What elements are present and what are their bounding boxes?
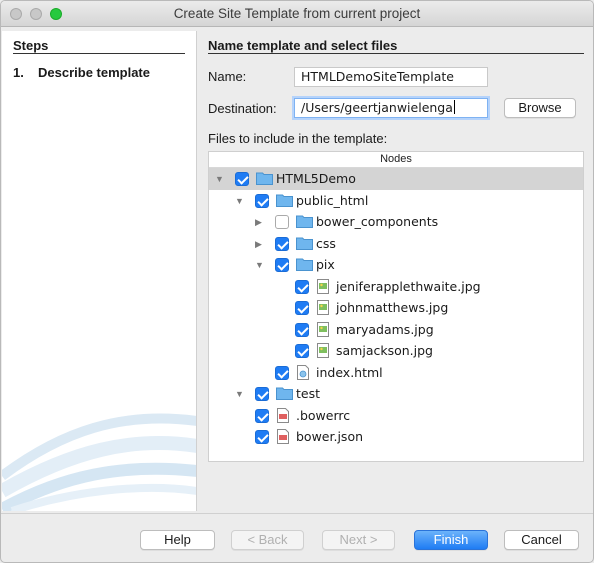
image-file-icon xyxy=(317,343,329,358)
back-button[interactable]: < Back xyxy=(231,530,304,550)
html-file-icon xyxy=(297,364,309,380)
destination-label: Destination: xyxy=(208,101,277,116)
tree-row-samjackson[interactable]: samjackson.jpg xyxy=(209,340,583,362)
include-checkbox[interactable] xyxy=(275,365,289,380)
include-checkbox[interactable] xyxy=(255,408,269,423)
step-number: 1. xyxy=(13,65,24,80)
steps-heading: Steps xyxy=(13,38,49,53)
config-file-icon xyxy=(277,407,289,423)
tree-row-johnmatthews[interactable]: johnmatthews.jpg xyxy=(209,297,583,319)
image-file-icon xyxy=(317,300,329,315)
expand-toggle-icon[interactable]: ▼ xyxy=(215,174,224,184)
node-label: johnmatthews.jpg xyxy=(336,300,449,315)
wizard-decoration-graphic xyxy=(2,413,196,511)
tree-column-header: Nodes xyxy=(209,152,583,168)
node-label: HTML5Demo xyxy=(276,171,356,186)
include-checkbox[interactable] xyxy=(275,215,289,229)
collapsed-toggle-icon[interactable]: ▶ xyxy=(255,217,262,227)
browse-button[interactable]: Browse xyxy=(504,98,576,118)
step-label: Describe template xyxy=(38,65,150,80)
form-heading-divider xyxy=(208,53,584,54)
include-checkbox[interactable] xyxy=(235,172,249,186)
config-file-icon xyxy=(277,429,289,444)
include-checkbox[interactable] xyxy=(255,430,269,444)
tree-row-maryadams[interactable]: maryadams.jpg xyxy=(209,319,583,341)
destination-field[interactable]: /Users/geertjanwielenga xyxy=(294,98,488,118)
node-label: .bowerrc xyxy=(296,407,351,423)
image-file-icon xyxy=(317,321,329,337)
node-label: jeniferapplethwaite.jpg xyxy=(336,278,481,294)
expand-toggle-icon[interactable]: ▼ xyxy=(235,389,244,399)
folder-icon xyxy=(296,215,313,228)
tree-row-public-html[interactable]: ▼ public_html xyxy=(209,190,583,212)
expand-toggle-icon[interactable]: ▼ xyxy=(255,260,264,270)
folder-icon xyxy=(296,258,313,271)
include-checkbox[interactable] xyxy=(295,322,309,337)
folder-icon xyxy=(276,387,293,400)
cancel-button[interactable]: Cancel xyxy=(504,530,579,550)
include-checkbox[interactable] xyxy=(295,301,309,315)
files-label: Files to include in the template: xyxy=(208,131,388,146)
tree-row-jeniferapplethwaite[interactable]: jeniferapplethwaite.jpg xyxy=(209,276,583,298)
dialog-window: Create Site Template from current projec… xyxy=(0,0,594,563)
destination-value: /Users/geertjanwielenga xyxy=(301,100,453,115)
image-file-icon xyxy=(317,278,329,294)
expand-toggle-icon[interactable]: ▼ xyxy=(235,196,244,206)
node-label: index.html xyxy=(316,364,383,380)
node-label: public_html xyxy=(296,192,369,208)
include-checkbox[interactable] xyxy=(255,387,269,401)
include-checkbox[interactable] xyxy=(295,279,309,294)
include-checkbox[interactable] xyxy=(255,193,269,208)
button-bar-divider xyxy=(1,513,593,514)
include-checkbox[interactable] xyxy=(295,344,309,358)
template-name-field[interactable]: HTMLDemoSiteTemplate xyxy=(294,67,488,87)
form-heading: Name template and select files xyxy=(208,38,398,53)
node-label: maryadams.jpg xyxy=(336,321,434,337)
folder-icon xyxy=(256,172,273,185)
files-tree: Nodes ▼ HTML5Demo ▼ public_html ▶ bower_… xyxy=(208,151,584,462)
node-label: css xyxy=(316,235,336,251)
steps-panel: Steps 1. Describe template xyxy=(2,31,197,511)
node-label: bower.json xyxy=(296,429,364,444)
node-label: test xyxy=(296,386,321,401)
tree-row-test[interactable]: ▼ test xyxy=(209,383,583,405)
title-bar: Create Site Template from current projec… xyxy=(1,1,593,27)
tree-row-html5demo[interactable]: ▼ HTML5Demo xyxy=(209,168,583,190)
step-item-describe-template: 1. Describe template xyxy=(13,65,150,80)
tree-row-pix[interactable]: ▼ pix xyxy=(209,254,583,276)
next-button[interactable]: Next > xyxy=(322,530,395,550)
help-button[interactable]: Help xyxy=(140,530,215,550)
steps-divider xyxy=(13,53,185,54)
tree-row-css[interactable]: ▶ css xyxy=(209,233,583,255)
node-label: bower_components xyxy=(316,214,439,229)
node-label: samjackson.jpg xyxy=(336,343,433,358)
include-checkbox[interactable] xyxy=(275,236,289,251)
text-caret xyxy=(453,100,455,114)
tree-row-bower-components[interactable]: ▶ bower_components xyxy=(209,211,583,233)
folder-icon xyxy=(296,237,313,250)
collapsed-toggle-icon[interactable]: ▶ xyxy=(255,239,262,249)
window-title: Create Site Template from current projec… xyxy=(173,6,421,21)
tree-row-bower-json[interactable]: bower.json xyxy=(209,426,583,448)
folder-icon xyxy=(276,194,293,207)
tree-row-index-html[interactable]: index.html xyxy=(209,362,583,384)
node-label: pix xyxy=(316,257,335,272)
name-label: Name: xyxy=(208,69,247,84)
tree-row-bowerrc[interactable]: .bowerrc xyxy=(209,405,583,427)
finish-button[interactable]: Finish xyxy=(414,530,488,550)
include-checkbox[interactable] xyxy=(275,258,289,272)
